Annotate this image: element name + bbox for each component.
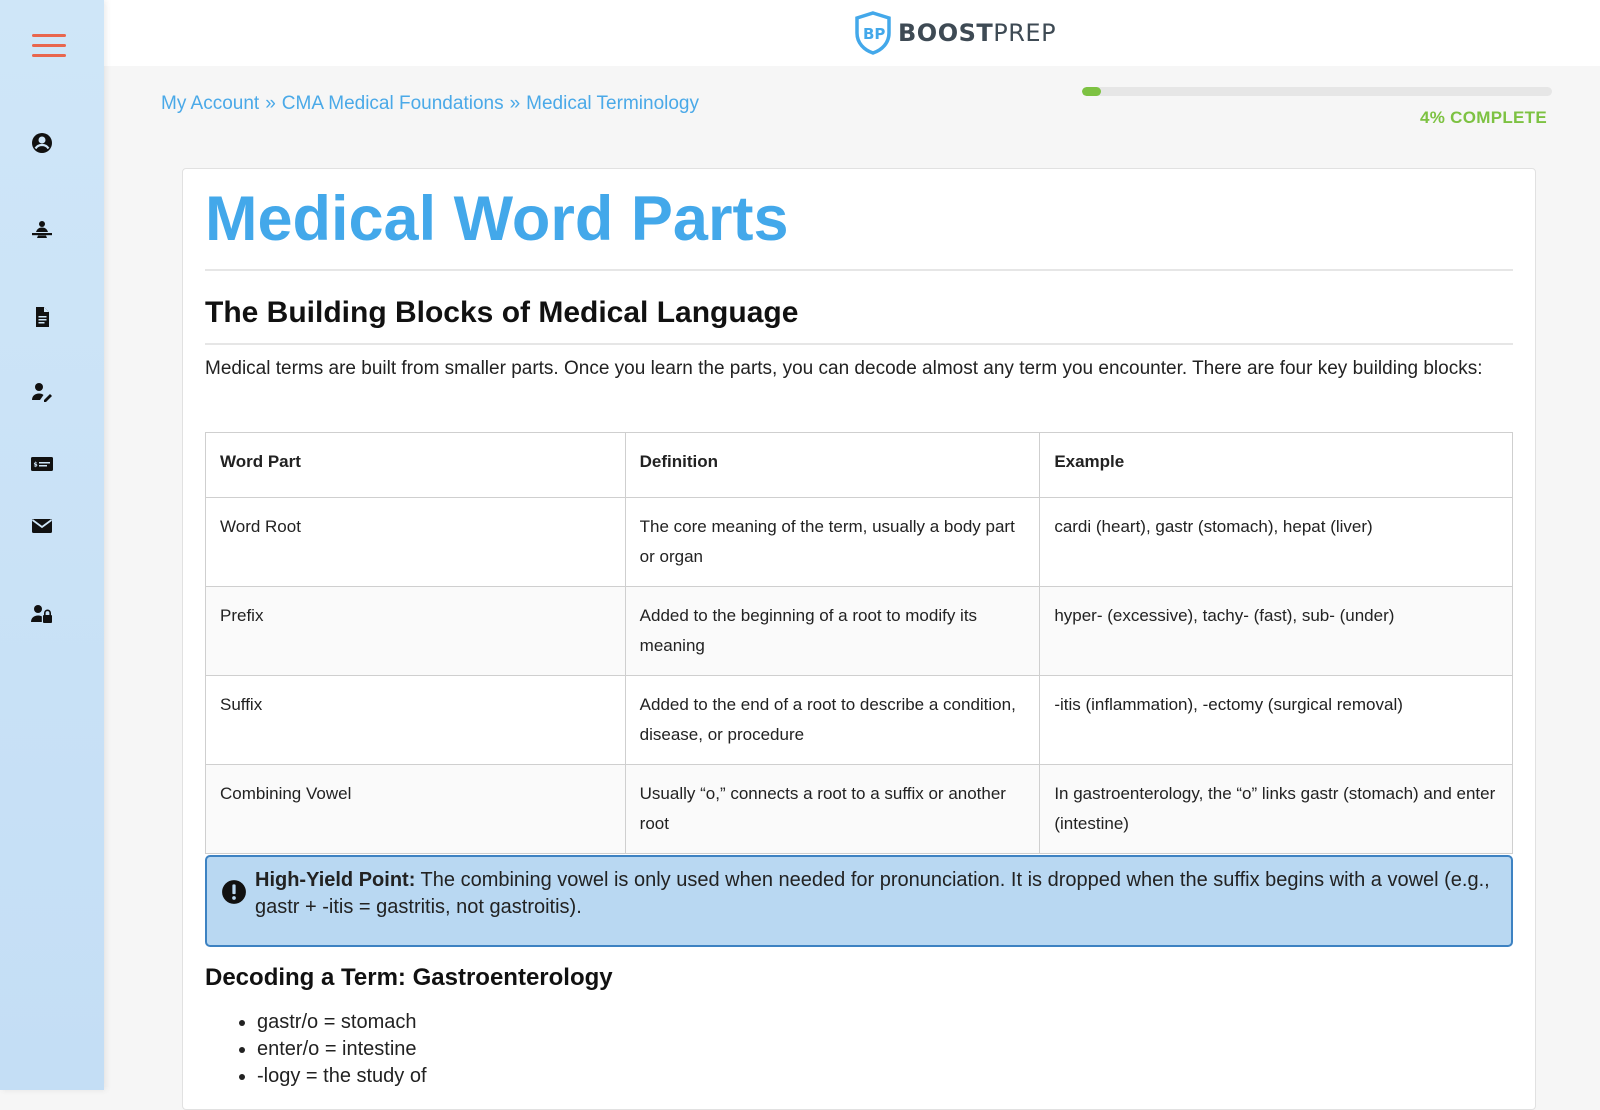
table-cell: Prefix bbox=[205, 586, 626, 676]
logo-text-prep: PREP bbox=[993, 19, 1057, 47]
table-cell: Added to the beginning of a root to modi… bbox=[624, 586, 1041, 676]
column-header: Example bbox=[1039, 432, 1513, 498]
boostprep-logo[interactable]: BP BOOSTPREP bbox=[854, 10, 1056, 56]
logo-shield-icon: BP bbox=[855, 11, 891, 55]
table-cell: cardi (heart), gastr (stomach), hepat (l… bbox=[1039, 497, 1513, 587]
progress-label: 4% COMPLETE bbox=[1419, 108, 1547, 127]
table-cell: -itis (inflammation), -ectomy (surgical … bbox=[1039, 675, 1513, 765]
sidebar: $ bbox=[0, 0, 104, 1090]
svg-text:BP: BP bbox=[863, 25, 885, 43]
table-cell: The core meaning of the term, usually a … bbox=[624, 497, 1041, 587]
table-cell: hyper- (excessive), tachy- (fast), sub- … bbox=[1039, 586, 1513, 676]
table-row: Combining Vowel Usually “o,” connects a … bbox=[205, 764, 1513, 854]
mail-icon[interactable] bbox=[28, 512, 56, 540]
high-yield-callout: High-Yield Point: The combining vowel is… bbox=[205, 855, 1513, 947]
breadcrumb-separator: » bbox=[265, 93, 276, 114]
breadcrumb-course[interactable]: CMA Medical Foundations bbox=[282, 93, 504, 114]
breadcrumb-my-account[interactable]: My Account bbox=[161, 93, 259, 114]
callout-text: The combining vowel is only used when ne… bbox=[255, 869, 1490, 918]
exclamation-circle-icon bbox=[222, 880, 246, 904]
breadcrumb-module[interactable]: Medical Terminology bbox=[526, 93, 699, 114]
callout-label: High-Yield Point: bbox=[255, 869, 416, 891]
list-item: gastr/o = stomach bbox=[257, 1009, 427, 1036]
word-parts-table: Word Part Definition Example Word Root T… bbox=[205, 432, 1513, 854]
breadcrumb-separator: » bbox=[509, 93, 521, 114]
column-header: Word Part bbox=[205, 432, 626, 498]
table-row: Suffix Added to the end of a root to des… bbox=[205, 675, 1513, 765]
table-cell: Usually “o,” connects a root to a suffix… bbox=[624, 764, 1041, 854]
page-title: Medical Word Parts bbox=[205, 184, 789, 254]
top-header: BP BOOSTPREP bbox=[104, 0, 1600, 66]
list-item: -logy = the study of bbox=[257, 1063, 427, 1090]
progress-bar-fill bbox=[1082, 87, 1101, 96]
table-header-row: Word Part Definition Example bbox=[205, 432, 1513, 498]
table-row: Prefix Added to the beginning of a root … bbox=[205, 586, 1513, 676]
intro-paragraph: Medical terms are built from smaller par… bbox=[205, 358, 1483, 379]
table-row: Word Root The core meaning of the term, … bbox=[205, 497, 1513, 587]
table-cell: Suffix bbox=[205, 675, 626, 765]
table-cell: In gastroenterology, the “o” links gastr… bbox=[1039, 764, 1513, 854]
decode-list: gastr/o = stomach enter/o = intestine -l… bbox=[205, 1009, 427, 1090]
section-title: The Building Blocks of Medical Language bbox=[205, 296, 799, 329]
divider bbox=[205, 269, 1513, 271]
account-circle-icon[interactable] bbox=[28, 129, 56, 157]
document-icon[interactable] bbox=[28, 303, 56, 331]
decode-title: Decoding a Term: Gastroenterology bbox=[205, 964, 613, 991]
table-cell: Added to the end of a root to describe a… bbox=[624, 675, 1041, 765]
list-item: enter/o = intestine bbox=[257, 1036, 427, 1063]
user-lock-icon[interactable] bbox=[28, 600, 56, 628]
table-cell: Word Root bbox=[205, 497, 626, 587]
logo-text-boost: BOOST bbox=[898, 19, 994, 47]
hamburger-menu-icon[interactable] bbox=[32, 34, 66, 60]
column-header: Definition bbox=[624, 432, 1041, 498]
breadcrumb: My Account» CMA Medical Foundations» Medic… bbox=[161, 93, 699, 115]
lesson-content-card: Medical Word Parts The Building Blocks o… bbox=[182, 168, 1536, 1110]
table-cell: Combining Vowel bbox=[205, 764, 626, 854]
progress-bar bbox=[1082, 87, 1552, 96]
billing-card-icon[interactable]: $ bbox=[28, 450, 56, 478]
divider bbox=[205, 343, 1513, 345]
user-edit-icon[interactable] bbox=[28, 378, 56, 406]
svg-text:$: $ bbox=[34, 462, 38, 469]
tutor-icon[interactable] bbox=[28, 216, 56, 244]
